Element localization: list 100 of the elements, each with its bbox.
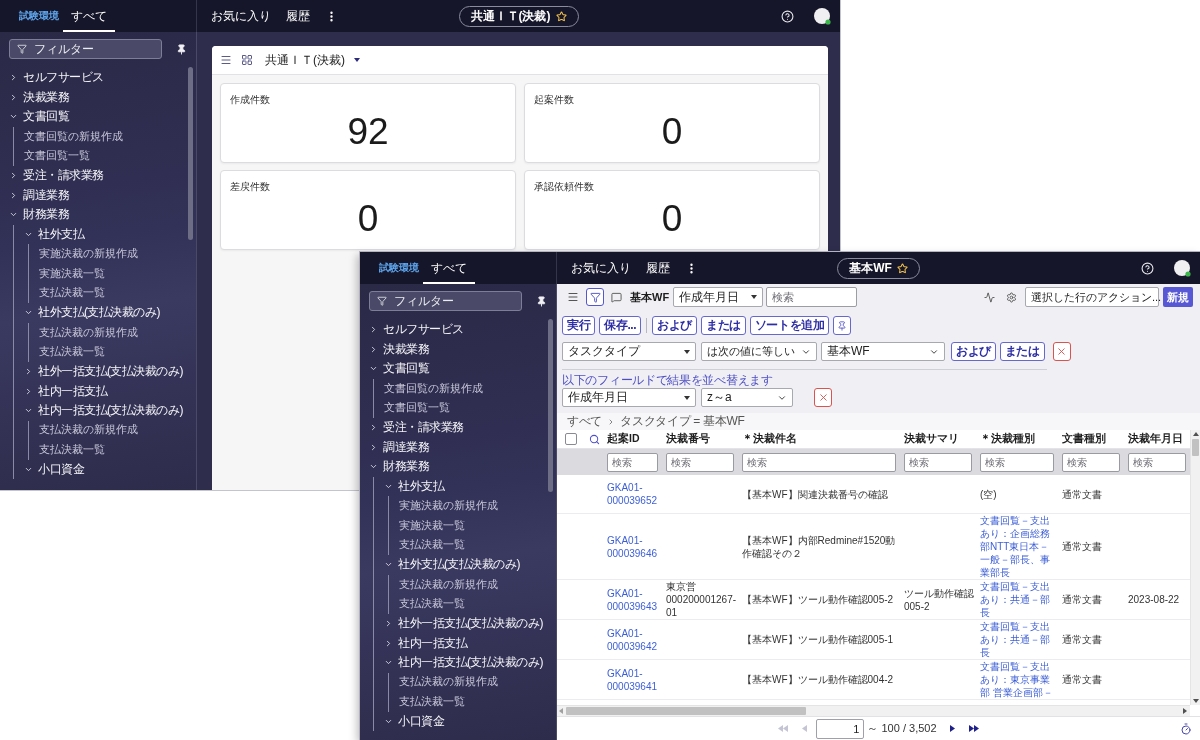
column-filter-field[interactable]: 検索 bbox=[1128, 452, 1186, 472]
star-icon[interactable] bbox=[896, 262, 908, 274]
action-select[interactable]: 選択した行のアクション... bbox=[1025, 287, 1159, 307]
tree-item[interactable]: 社内一括支払 bbox=[384, 633, 544, 654]
tree-item[interactable]: 財務業務 bbox=[369, 457, 544, 477]
chevron-right-icon[interactable] bbox=[369, 442, 378, 452]
chevron-right-icon[interactable] bbox=[24, 386, 33, 396]
tree-item[interactable]: 社外一括支払(支払決裁のみ) bbox=[24, 361, 184, 382]
table-row[interactable]: GKA01-000039642 【基本WF】ツール動作確認005-1 文書回覧－支出あり：共通－部長 通常文書 bbox=[557, 620, 1190, 660]
nav-link[interactable]: 支払決裁の新規作成 bbox=[399, 672, 544, 693]
column-header[interactable]: 決裁サマリ bbox=[904, 432, 959, 446]
nav-link[interactable]: 支払決裁一覧 bbox=[39, 342, 184, 362]
nav-link[interactable]: 実施決裁の新規作成 bbox=[39, 244, 184, 264]
record-link[interactable]: GKA01-000039643 bbox=[607, 586, 661, 613]
record-link[interactable]: GKA01-000039646 bbox=[607, 533, 661, 560]
settings-icon[interactable] bbox=[1006, 291, 1017, 303]
nav-link[interactable]: お気に入り bbox=[211, 7, 271, 25]
column-header[interactable]: ＊決裁種別 bbox=[980, 432, 1035, 446]
column-filter-field[interactable]: 検索 bbox=[904, 452, 972, 472]
column-filter-field[interactable]: 検索 bbox=[980, 452, 1054, 472]
tree-item[interactable]: 決裁業務 bbox=[9, 87, 184, 108]
tree-item[interactable]: 社内一括支払 bbox=[24, 381, 184, 402]
action-button[interactable]: 実行 bbox=[562, 316, 596, 335]
help-icon[interactable] bbox=[1141, 261, 1154, 275]
chevron-right-icon[interactable] bbox=[384, 619, 393, 629]
record-link[interactable]: GKA01-000039652 bbox=[607, 481, 661, 507]
star-icon[interactable] bbox=[555, 10, 567, 22]
scrollbar-thumb[interactable] bbox=[548, 319, 553, 492]
nav-link[interactable]: 文書回覧の新規作成 bbox=[384, 378, 544, 399]
tree-item[interactable]: 社外支払 bbox=[24, 224, 184, 245]
tree-item[interactable]: 財務業務 bbox=[9, 205, 184, 225]
chevron-right-icon[interactable] bbox=[369, 344, 378, 354]
field-select[interactable]: タスクタイプ bbox=[562, 342, 696, 361]
nav-link[interactable]: 支払決裁一覧 bbox=[399, 535, 544, 556]
record-link[interactable]: 文書回覧－支出あり：共通－部長 bbox=[980, 620, 1057, 659]
pin-icon[interactable] bbox=[176, 43, 187, 55]
column-filter-field[interactable]: 検索 bbox=[666, 452, 734, 472]
operator-select[interactable]: は次の値に等しい bbox=[701, 342, 817, 361]
pin-icon[interactable] bbox=[536, 295, 547, 307]
record-link[interactable]: 文書回覧－支出あり：東京事業部 営業企画部－ bbox=[980, 660, 1057, 699]
tree-item[interactable]: 社外支払 bbox=[384, 476, 544, 497]
scrollbar-thumb[interactable] bbox=[566, 707, 806, 715]
record-link[interactable]: GKA01-000039642 bbox=[607, 626, 661, 653]
column-header[interactable]: 文書種別 bbox=[1062, 432, 1106, 446]
action-button[interactable]: および bbox=[652, 316, 698, 335]
value-select[interactable]: 基本WF bbox=[821, 342, 945, 361]
record-link[interactable]: 文書回覧－支出あり：企画総務部NTT東日本－一般－部長、事業部長 bbox=[980, 514, 1057, 579]
column-header[interactable]: 起案ID bbox=[607, 432, 640, 446]
tree-item[interactable]: 社外支払(支払決裁のみ) bbox=[24, 303, 184, 323]
tree-item[interactable]: 調達業務 bbox=[369, 437, 544, 458]
nav-link[interactable]: お気に入り bbox=[571, 259, 631, 277]
column-filter-field[interactable]: 検索 bbox=[742, 452, 896, 472]
remove-button[interactable] bbox=[814, 388, 832, 407]
pin-button[interactable] bbox=[833, 316, 852, 335]
column-filter-field[interactable]: 検索 bbox=[607, 452, 658, 472]
table-row[interactable]: GKA01-000039641 【基本WF】ツール動作確認004-2 文書回覧－支出あり：東京事業部 営業企画部－ 通常文書 bbox=[557, 660, 1190, 700]
tree-item[interactable]: 受注・請求業務 bbox=[9, 165, 184, 186]
action-button[interactable]: または bbox=[701, 316, 746, 335]
chevron-right-icon[interactable] bbox=[24, 367, 33, 377]
filter-field[interactable]: フィルター bbox=[369, 291, 522, 311]
sort-order-select[interactable]: z～a bbox=[701, 388, 793, 407]
last-page-icon[interactable] bbox=[968, 725, 979, 732]
pulse-icon[interactable] bbox=[984, 291, 995, 303]
caret-down-icon[interactable] bbox=[354, 58, 360, 62]
tree-item[interactable]: 小口資金 bbox=[24, 459, 184, 480]
chevron-right-icon[interactable] bbox=[9, 171, 18, 181]
chevron-right-icon[interactable] bbox=[369, 325, 378, 335]
chevron-right-icon[interactable] bbox=[9, 190, 18, 200]
tree-item[interactable]: 社外一括支払(支払決裁のみ) bbox=[384, 613, 544, 634]
tree-item[interactable]: 社内一括支払(支払決裁のみ) bbox=[24, 401, 184, 421]
avatar-icon[interactable] bbox=[1174, 259, 1191, 277]
chevron-right-icon[interactable] bbox=[9, 73, 18, 83]
avatar-icon[interactable] bbox=[814, 7, 831, 25]
breadcrumb-link[interactable]: すべて bbox=[567, 413, 603, 430]
menu-icon[interactable] bbox=[220, 54, 232, 66]
nav-link[interactable]: 支払決裁一覧 bbox=[399, 692, 544, 712]
tree-item[interactable]: 社外支払(支払決裁のみ) bbox=[384, 555, 544, 575]
search-icon[interactable] bbox=[588, 433, 600, 445]
nav-link[interactable]: 実施決裁一覧 bbox=[399, 515, 544, 536]
sort-field-select[interactable]: 作成年月日 bbox=[562, 388, 696, 407]
grid-icon[interactable] bbox=[241, 54, 253, 66]
record-link[interactable]: 文書回覧－支出あり：共通－部長 bbox=[980, 580, 1057, 619]
nav-link[interactable]: 文書回覧一覧 bbox=[384, 398, 544, 418]
tree-item[interactable]: 文書回覧 bbox=[9, 107, 184, 127]
nav-link[interactable]: 実施決裁の新規作成 bbox=[399, 496, 544, 516]
tree-item[interactable]: 受注・請求業務 bbox=[369, 417, 544, 438]
nav-link[interactable]: 支払決裁の新規作成 bbox=[39, 322, 184, 343]
nav-link[interactable]: 支払決裁一覧 bbox=[399, 594, 544, 614]
page-field[interactable]: 1 bbox=[816, 718, 865, 739]
nav-link[interactable]: 支払決裁一覧 bbox=[39, 283, 184, 304]
tree-item[interactable]: 小口資金 bbox=[384, 711, 544, 732]
remove-button[interactable] bbox=[1052, 342, 1071, 361]
tree-item[interactable]: 調達業務 bbox=[9, 185, 184, 206]
table-row[interactable]: GKA01-000039646 【基本WF】内部Redmine#1520動作確認その２ 文書回覧－支出あり：企画総務部NTT東日本－一般－部長、事業部長 通常文書 bbox=[557, 514, 1190, 580]
action-button[interactable]: ソートを追加 bbox=[749, 316, 830, 335]
dashboard-title-button[interactable]: 共通ＩＴ(決裁) bbox=[265, 51, 360, 69]
timer-icon[interactable] bbox=[1180, 722, 1192, 735]
nav-link[interactable]: 実施決裁一覧 bbox=[39, 263, 184, 284]
chevron-right-icon[interactable] bbox=[9, 92, 18, 102]
breadcrumb-link[interactable]: タスクタイプ = 基本WF bbox=[620, 413, 745, 430]
